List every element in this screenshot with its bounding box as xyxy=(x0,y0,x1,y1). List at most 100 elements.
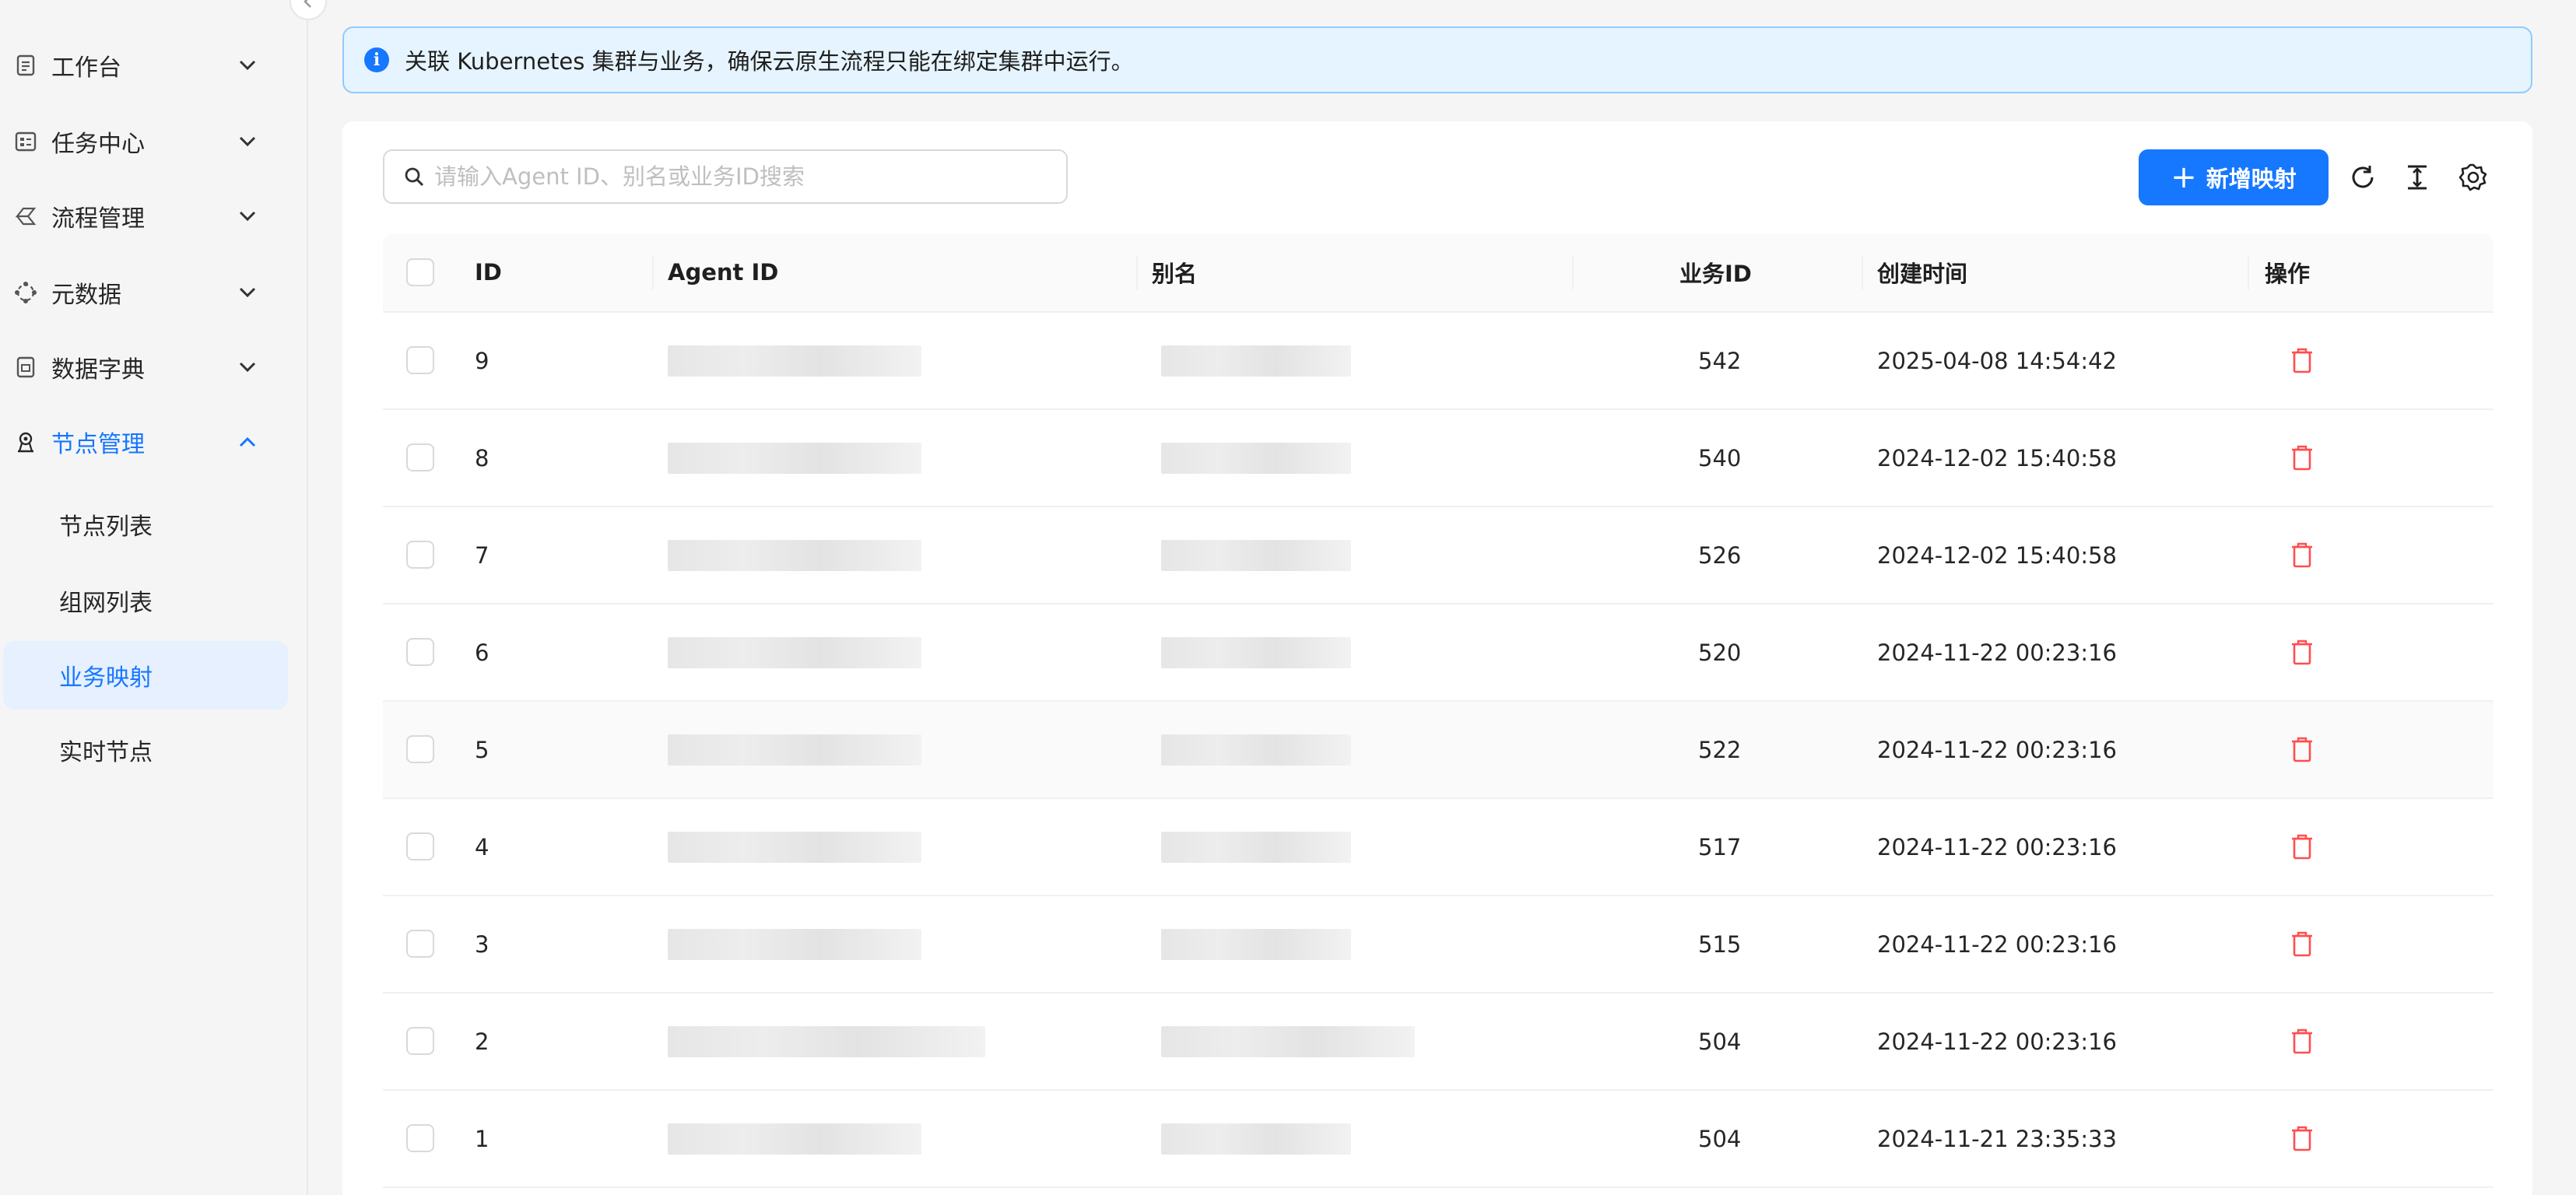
menu-item-data-dictionary[interactable]: 数据字典 xyxy=(0,336,296,398)
column-header-id[interactable]: ID xyxy=(475,233,502,311)
alias-redacted xyxy=(1161,734,1351,766)
row-checkbox[interactable] xyxy=(406,638,434,666)
column-divider xyxy=(2248,257,2249,289)
search-input[interactable] xyxy=(434,157,1049,196)
cell-created-time: 2024-12-02 15:40:58 xyxy=(1877,444,2117,471)
agent-id-redacted xyxy=(668,345,921,377)
row-checkbox[interactable] xyxy=(406,541,434,569)
chevron-left-icon xyxy=(304,0,311,8)
delete-icon[interactable] xyxy=(2288,540,2316,569)
mapping-table-card: + 新增映射 ID Agent ID 别名 业务ID 创建时间 操作 9 xyxy=(342,121,2532,1195)
dictionary-icon xyxy=(14,356,37,379)
table-header: ID Agent ID 别名 业务ID 创建时间 操作 xyxy=(383,233,2494,313)
column-height-icon[interactable] xyxy=(2400,160,2434,194)
table-row[interactable]: 3 515 2024-11-22 00:23:16 xyxy=(383,896,2494,993)
table-row[interactable]: 1 504 2024-11-21 23:35:33 xyxy=(383,1091,2494,1188)
sidebar: 工作台 任务中心 流程管理 元数据 数据字典 节点管理 节点列表 组网列表 业务… xyxy=(0,0,327,1195)
agent-id-redacted xyxy=(668,734,921,766)
alias-redacted xyxy=(1161,1123,1351,1155)
submenu-item-network-list[interactable]: 组网列表 xyxy=(3,566,288,635)
agent-id-redacted xyxy=(668,832,921,863)
table-row[interactable]: 4 517 2024-11-22 00:23:16 xyxy=(383,799,2494,896)
cell-created-time: 2024-11-21 23:35:33 xyxy=(1877,1125,2117,1152)
row-checkbox[interactable] xyxy=(406,443,434,471)
menu-item-node-management[interactable]: 节点管理 xyxy=(0,411,296,473)
menu-label: 元数据 xyxy=(51,282,121,309)
row-checkbox[interactable] xyxy=(406,735,434,763)
table-row[interactable]: 2 504 2024-11-22 00:23:16 xyxy=(383,993,2494,1091)
menu-item-workflow[interactable]: 流程管理 xyxy=(0,185,296,247)
cell-created-time: 2024-11-22 00:23:16 xyxy=(1877,1028,2117,1055)
chevron-down-icon xyxy=(235,355,260,380)
chevron-down-icon xyxy=(235,204,260,229)
cell-id: 4 xyxy=(475,833,490,860)
cell-business-id: 504 xyxy=(1698,1028,1742,1055)
cell-created-time: 2024-11-22 00:23:16 xyxy=(1877,930,2117,958)
metadata-icon xyxy=(14,281,37,304)
table-row[interactable]: 9 542 2025-04-08 14:54:42 xyxy=(383,313,2494,410)
delete-icon[interactable] xyxy=(2288,637,2316,667)
search-box[interactable] xyxy=(383,149,1068,204)
add-mapping-label: 新增映射 xyxy=(2206,166,2297,192)
settings-icon[interactable] xyxy=(2456,160,2490,194)
agent-id-redacted xyxy=(668,443,921,474)
row-checkbox[interactable] xyxy=(406,1027,434,1055)
delete-icon[interactable] xyxy=(2288,1026,2316,1056)
alias-redacted xyxy=(1161,1026,1415,1057)
table-row[interactable]: 6 520 2024-11-22 00:23:16 xyxy=(383,605,2494,702)
menu-item-workbench[interactable]: 工作台 xyxy=(0,34,296,96)
cell-id: 3 xyxy=(475,930,490,958)
delete-icon[interactable] xyxy=(2288,1123,2316,1153)
delete-icon[interactable] xyxy=(2288,929,2316,958)
row-checkbox[interactable] xyxy=(406,930,434,958)
column-header-agent-id[interactable]: Agent ID xyxy=(668,233,778,311)
column-header-alias[interactable]: 别名 xyxy=(1152,233,1197,311)
menu-label: 数据字典 xyxy=(51,356,145,384)
row-checkbox[interactable] xyxy=(406,346,434,374)
document-icon xyxy=(14,54,37,77)
cell-business-id: 517 xyxy=(1698,833,1742,860)
add-mapping-button[interactable]: + 新增映射 xyxy=(2139,149,2329,205)
agent-id-redacted xyxy=(668,637,921,668)
collapse-sidebar-button[interactable] xyxy=(290,0,327,20)
column-header-business-id[interactable]: 业务ID xyxy=(1679,233,1752,311)
alias-redacted xyxy=(1161,540,1351,571)
menu-item-task-center[interactable]: 任务中心 xyxy=(0,110,296,173)
column-header-created-time[interactable]: 创建时间 xyxy=(1877,233,1967,311)
alias-redacted xyxy=(1161,929,1351,960)
row-checkbox[interactable] xyxy=(406,832,434,860)
table-row[interactable]: 8 540 2024-12-02 15:40:58 xyxy=(383,410,2494,507)
delete-icon[interactable] xyxy=(2288,734,2316,764)
alias-redacted xyxy=(1161,832,1351,863)
agent-id-redacted xyxy=(668,1123,921,1155)
refresh-icon[interactable] xyxy=(2346,160,2380,194)
cell-id: 8 xyxy=(475,444,490,471)
column-divider xyxy=(1136,257,1138,289)
delete-icon[interactable] xyxy=(2288,345,2316,375)
chevron-down-icon xyxy=(235,129,260,154)
menu-item-metadata[interactable]: 元数据 xyxy=(0,261,296,324)
submenu-item-business-mapping[interactable]: 业务映射 xyxy=(3,641,288,710)
cell-business-id: 540 xyxy=(1698,444,1742,471)
submenu-label: 实时节点 xyxy=(59,739,153,766)
cell-id: 9 xyxy=(475,347,490,374)
alert-text: 关联 Kubernetes 集群与业务，确保云原生流程只能在绑定集群中运行。 xyxy=(405,48,1134,75)
cell-created-time: 2024-11-22 00:23:16 xyxy=(1877,736,2117,763)
table-row[interactable]: 5 522 2024-11-22 00:23:16 xyxy=(383,702,2494,799)
delete-icon[interactable] xyxy=(2288,443,2316,472)
table-row[interactable]: 7 526 2024-12-02 15:40:58 xyxy=(383,507,2494,605)
row-checkbox[interactable] xyxy=(406,1124,434,1152)
agent-id-redacted xyxy=(668,929,921,960)
select-all-checkbox[interactable] xyxy=(406,258,434,286)
cell-business-id: 515 xyxy=(1698,930,1742,958)
delete-icon[interactable] xyxy=(2288,832,2316,861)
cell-created-time: 2024-11-22 00:23:16 xyxy=(1877,639,2117,666)
cell-id: 7 xyxy=(475,541,490,569)
submenu-item-realtime-nodes[interactable]: 实时节点 xyxy=(3,716,288,784)
submenu-item-node-list[interactable]: 节点列表 xyxy=(3,490,288,559)
menu-label: 节点管理 xyxy=(51,431,145,458)
chevron-up-icon xyxy=(235,429,260,454)
cell-id: 2 xyxy=(475,1028,490,1055)
alias-redacted xyxy=(1161,443,1351,474)
search-icon xyxy=(402,164,426,189)
